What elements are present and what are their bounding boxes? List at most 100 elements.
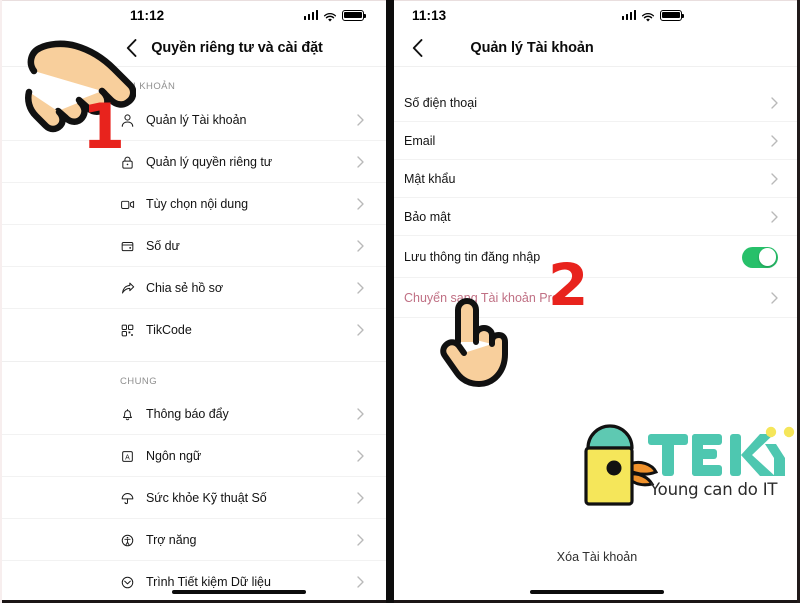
chevron-right-icon — [771, 97, 778, 109]
home-indicator — [530, 589, 664, 594]
content-icon — [120, 197, 146, 212]
chevron-right-icon — [357, 240, 364, 252]
chevron-right-icon — [357, 492, 364, 504]
sidebar-item-quan-ly-quyen-rieng-tu[interactable]: Quản lý quyền riêng tư — [0, 141, 386, 183]
phone-divider — [386, 0, 394, 603]
sidebar-item-chia-se-ho-so[interactable]: Chia sẻ hồ sơ — [0, 267, 386, 309]
chevron-right-icon — [771, 173, 778, 185]
item-label: Mật khẩu — [404, 172, 456, 186]
sidebar-item-so-du[interactable]: Số dư — [0, 225, 386, 267]
item-label: Sức khỏe Kỹ thuật Số — [146, 491, 267, 505]
wifi-icon — [641, 10, 655, 22]
account-item-mat-khau[interactable]: Mật khẩu — [394, 160, 800, 198]
item-label: Số điện thoại — [404, 96, 477, 110]
item-label: Ngôn ngữ — [146, 449, 202, 463]
section-label: CHUNG — [120, 376, 158, 387]
back-chevron-icon — [412, 39, 422, 57]
sidebar-item-tro-nang[interactable]: Trợ năng — [0, 519, 386, 561]
item-label: Quản lý quyền riêng tư — [146, 155, 273, 169]
sidebar-item-quan-ly-tai-khoan[interactable]: Quản lý Tài khoản — [0, 99, 386, 141]
chevron-right-icon — [771, 135, 778, 147]
screenshot-canvas: 11:12 Quyền riêng tư và cài đặt TÀI KHOẢ… — [0, 0, 800, 603]
item-label: Trợ năng — [146, 533, 197, 547]
account-item-bao-mat[interactable]: Bảo mật — [394, 198, 800, 236]
status-time: 11:13 — [412, 7, 447, 23]
item-label: Quản lý Tài khoản — [146, 113, 247, 127]
right-nav-bar: Quản lý Tài khoản — [394, 30, 800, 66]
signal-bars-icon — [621, 10, 636, 20]
status-indicators — [621, 9, 685, 22]
back-chevron-icon — [126, 39, 136, 57]
status-indicators — [303, 9, 367, 22]
account-item-so-dien-thoai[interactable]: Số điện thoại — [394, 84, 800, 122]
chevron-right-icon — [357, 450, 364, 462]
battery-icon — [660, 9, 685, 21]
canvas-left-edge — [0, 0, 2, 603]
teky-logo: Young can do IT — [574, 418, 795, 508]
toggle-knob — [758, 248, 777, 266]
row-divider — [394, 317, 800, 318]
teky-tagline: Young can do IT — [650, 480, 778, 499]
signal-bars-icon — [303, 10, 318, 20]
chevron-right-icon — [357, 576, 364, 588]
chevron-right-icon — [357, 534, 364, 546]
item-label: Email — [404, 134, 436, 148]
chevron-right-icon — [357, 408, 364, 420]
item-label: Bảo mật — [404, 210, 451, 224]
chevron-right-icon — [357, 156, 364, 168]
sidebar-item-trinh-tiet-kiem-du-lieu[interactable]: Trình Tiết kiệm Dữ liệu — [0, 561, 386, 603]
sidebar-item-tuy-chon-noi-dung[interactable]: Tùy chọn nội dung — [0, 183, 386, 225]
sidebar-item-tikcode[interactable]: TikCode — [0, 309, 386, 351]
datasaver-icon — [120, 575, 146, 590]
status-time: 11:12 — [130, 7, 165, 23]
chevron-right-icon — [357, 324, 364, 336]
chevron-right-icon — [771, 211, 778, 223]
sidebar-item-thong-bao-day[interactable]: Thông báo đẩy — [0, 393, 386, 435]
chevron-right-icon — [357, 198, 364, 210]
item-label: Chuyển sang Tài khoản Pro — [404, 291, 559, 305]
accessibility-icon — [120, 533, 146, 548]
left-phone-screenshot: 11:12 Quyền riêng tư và cài đặt TÀI KHOẢ… — [0, 0, 386, 603]
item-label: Thông báo đẩy — [146, 407, 229, 421]
right-phone-screenshot: 11:13 Quản lý Tài khoản Số điện thoại Em — [394, 0, 800, 603]
left-status-bar: 11:12 — [0, 0, 386, 30]
list-top-spacer — [394, 67, 800, 84]
item-label: TikCode — [146, 323, 192, 337]
bell-icon — [120, 407, 146, 422]
annotation-number-2: 2 — [548, 251, 589, 319]
item-label: Trình Tiết kiệm Dữ liệu — [146, 575, 271, 589]
delete-account-button[interactable]: Xóa Tài khoản — [394, 550, 800, 564]
home-indicator — [172, 589, 306, 594]
section-header-account: TÀI KHOẢN — [0, 67, 386, 99]
share-icon — [120, 281, 146, 296]
wifi-icon — [323, 10, 337, 22]
section-label: TÀI KHOẢN — [120, 81, 176, 92]
chevron-right-icon — [357, 114, 364, 126]
page-title: Quyền riêng tư và cài đặt — [151, 40, 323, 56]
item-label: Lưu thông tin đăng nhập — [404, 250, 541, 264]
teky-wordmark — [648, 426, 795, 476]
umbrella-icon — [120, 491, 146, 506]
back-button[interactable] — [402, 33, 432, 63]
item-label: Tùy chọn nội dung — [146, 197, 249, 211]
right-status-bar: 11:13 — [394, 0, 800, 30]
battery-icon — [342, 9, 367, 21]
language-icon: A — [120, 449, 146, 464]
qrcode-icon — [120, 323, 146, 338]
annotation-number-1: 1 — [82, 90, 126, 163]
wallet-icon — [120, 239, 146, 254]
sidebar-item-ngon-ngu[interactable]: A Ngôn ngữ — [0, 435, 386, 477]
back-button[interactable] — [116, 33, 146, 63]
svg-text:A: A — [125, 454, 130, 461]
item-label: Chia sẻ hồ sơ — [146, 281, 224, 295]
page-title: Quản lý Tài khoản — [470, 40, 594, 56]
section-header-general: CHUNG — [0, 362, 386, 393]
sidebar-item-suc-khoe-ky-thuat-so[interactable]: Sức khỏe Kỹ thuật Số — [0, 477, 386, 519]
account-item-email[interactable]: Email — [394, 122, 800, 160]
chevron-right-icon — [771, 292, 778, 304]
account-item-luu-thong-tin-dang-nhap[interactable]: Lưu thông tin đăng nhập — [394, 236, 800, 278]
save-login-toggle[interactable] — [742, 246, 778, 268]
left-nav-bar: Quyền riêng tư và cài đặt — [0, 30, 386, 66]
account-item-chuyen-sang-tai-khoan-pro[interactable]: Chuyển sang Tài khoản Pro — [394, 278, 800, 318]
item-label: Số dư — [146, 239, 180, 253]
